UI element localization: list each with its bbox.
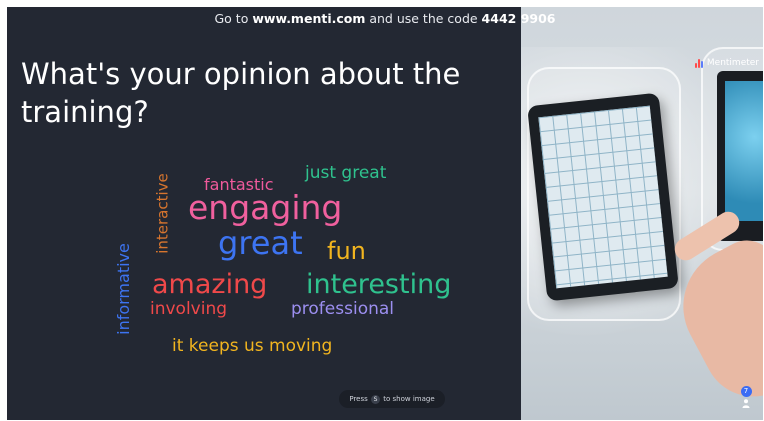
keyboard-key-s: S — [371, 394, 381, 404]
word-fun: fun — [327, 237, 366, 265]
banner-prefix: Go to — [214, 11, 253, 26]
show-image-hint[interactable]: Press S to show image — [339, 390, 445, 408]
word-involving: involving — [150, 299, 228, 319]
audience-count-badge: 7 — [740, 386, 752, 397]
person-icon — [742, 399, 750, 408]
word-interesting: interesting — [306, 269, 452, 300]
tablet-image — [527, 92, 679, 302]
word-interactive: interactive — [153, 173, 172, 254]
banner-url[interactable]: www.menti.com — [252, 11, 365, 26]
word-informative: informative — [114, 243, 133, 335]
word-great: great — [218, 224, 303, 262]
presentation-slide: Go to www.menti.com and use the code 444… — [7, 7, 763, 420]
brand-name: Mentimeter — [706, 58, 759, 68]
word-engaging: engaging — [188, 188, 343, 227]
hint-suffix: to show image — [383, 395, 435, 403]
word-it-keeps-us-moving: it keeps us moving — [172, 336, 333, 356]
audience-counter[interactable]: 7 — [739, 386, 753, 408]
mentimeter-branding: Mentimeter — [694, 57, 759, 69]
question-title: What's your opinion about the training? — [21, 57, 461, 129]
banner-middle: and use the code — [365, 11, 482, 26]
banner-code: 4442 9906 — [481, 11, 556, 26]
hint-prefix: Press — [349, 395, 368, 403]
join-instructions-banner: Go to www.menti.com and use the code 444… — [7, 7, 763, 29]
word-amazing: amazing — [152, 269, 268, 300]
word-professional: professional — [291, 299, 395, 319]
word-just-great: just great — [305, 163, 387, 183]
mentimeter-logo-icon — [694, 58, 704, 68]
